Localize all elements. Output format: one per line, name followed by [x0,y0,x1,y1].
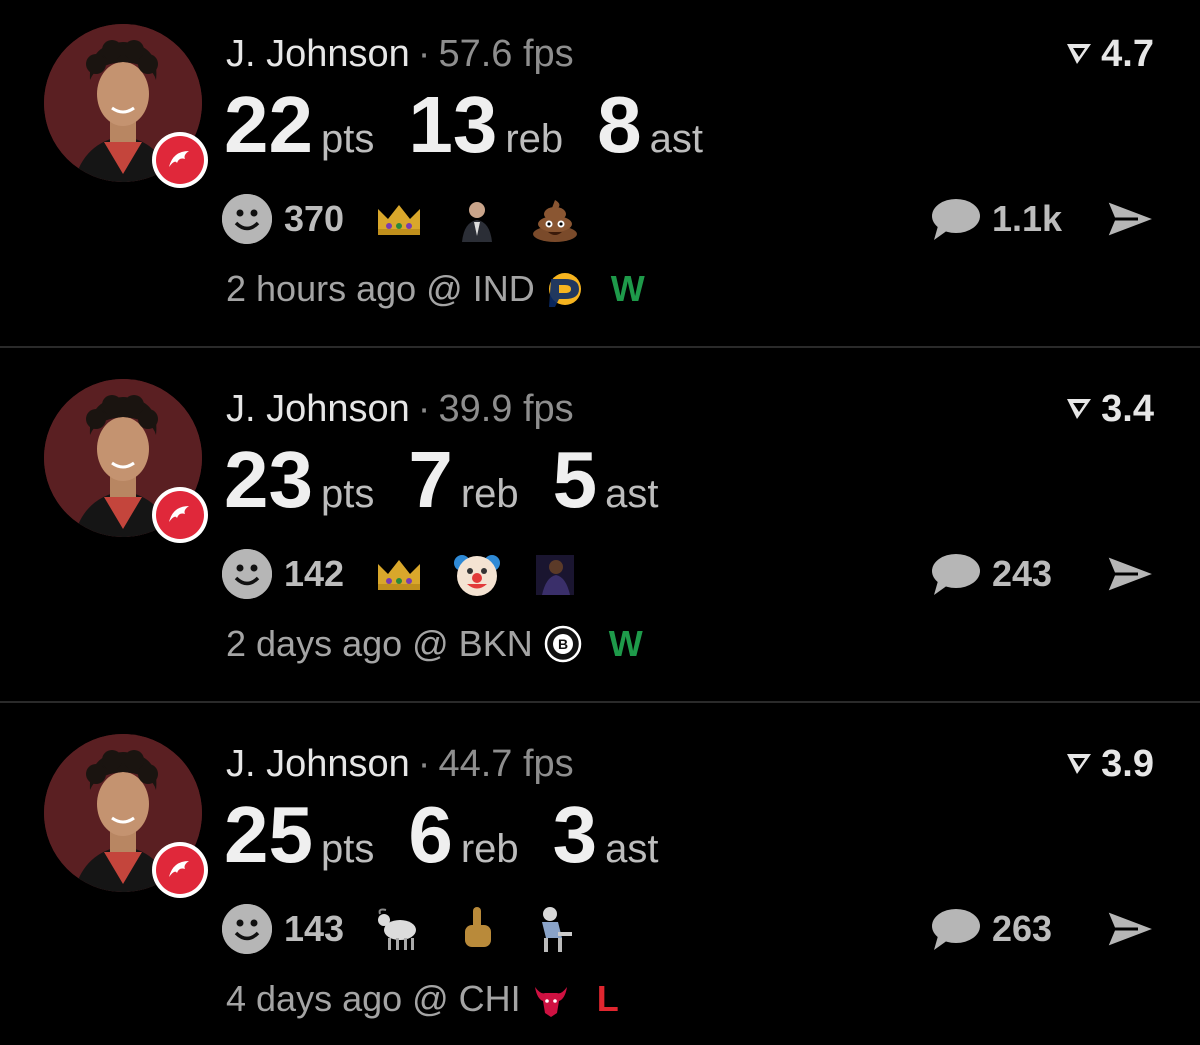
rebounds-label: reb [505,117,564,161]
points-label: pts [320,472,375,516]
player-avatar[interactable] [44,734,208,898]
player-avatar[interactable] [44,24,208,188]
fps-value: 57.6 fps [438,33,574,75]
reactions-bar: 142 [222,547,608,601]
rating: 3.4 [1065,387,1154,431]
assists-label: ast [605,472,659,516]
reaction-count: 370 [284,198,345,239]
rating-value: 3.4 [1101,388,1154,430]
hawks-logo-icon [152,842,208,898]
assists-value: 3 [552,790,598,879]
rating: 4.7 [1065,32,1154,76]
game-info: 2 hours ago @ IND W [226,268,645,310]
rating-icon [1067,754,1092,774]
rating-icon [1067,44,1092,64]
game-time: 4 days ago @ CHI [226,978,521,1019]
comment-count: 1.1k [992,198,1063,239]
comments-button[interactable]: 263 [930,902,1052,956]
points-value: 22 [224,80,313,169]
points-label: pts [320,117,375,161]
player-name[interactable]: J. Johnson [226,33,410,75]
fps-value: 39.9 fps [438,388,574,430]
game-result: L [596,978,619,1019]
post-card[interactable]: J. Johnson · 44.7 fps 3.9 25 pts 6 reb 3 ast … [0,710,1200,1045]
points-value: 25 [224,790,313,879]
separator: · [417,743,431,785]
player-avatar[interactable] [44,379,208,543]
crown-emoji-icon[interactable] [374,194,424,244]
comment-count: 243 [992,553,1053,594]
clown-emoji-icon[interactable] [452,549,502,599]
poop-emoji-icon[interactable] [530,194,580,244]
comments-button[interactable]: 243 [930,547,1052,601]
rebounds-label: reb [460,827,519,871]
assists-label: ast [649,117,703,161]
game-info: 4 days ago @ CHI L [226,978,619,1020]
reactions-bar: 370 [222,192,608,246]
rebounds-label: reb [460,472,519,516]
reaction-count: 142 [284,553,345,594]
comment-count: 263 [992,908,1053,949]
player-name[interactable]: J. Johnson [226,388,410,430]
thinker-emoji-icon[interactable] [530,904,580,954]
reactions-bar: 143 [222,902,608,956]
share-icon[interactable] [1103,551,1161,597]
stat-line: 25 pts 6 reb 3 ast [224,792,693,878]
player-emoji-icon[interactable] [530,549,580,599]
rating-value: 4.7 [1101,33,1154,75]
player-name[interactable]: J. Johnson [226,743,410,785]
nets-logo-icon: B [543,624,583,664]
post-card[interactable]: J. Johnson · 39.9 fps 3.4 23 pts 7 reb 5 ast … [0,355,1200,710]
svg-text:B: B [558,636,568,652]
post-card[interactable]: J. Johnson · 57.6 fps 4.7 22 pts 13 reb 8 ast… [0,0,1200,355]
post-feed: J. Johnson · 57.6 fps 4.7 22 pts 13 reb 8 ast… [0,0,1200,1045]
assists-value: 5 [552,435,598,524]
comments-button[interactable]: 1.1k [930,192,1062,246]
rebounds-value: 7 [408,435,453,524]
stat-line: 22 pts 13 reb 8 ast [224,82,737,168]
fps-value: 44.7 fps [438,743,574,785]
post-header: J. Johnson · 44.7 fps [226,742,574,786]
game-result: W [608,623,643,664]
points-value: 23 [224,435,313,524]
rebounds-value: 13 [408,80,498,169]
divider [0,346,1200,348]
assists-label: ast [605,827,659,871]
pacers-logo-icon [545,269,585,309]
hawks-logo-icon [152,487,208,543]
crown-emoji-icon[interactable] [374,549,424,599]
comment-icon [932,554,980,595]
separator: · [417,33,431,75]
stat-line: 23 pts 7 reb 5 ast [224,437,693,523]
commissioner-emoji-icon[interactable] [452,194,502,244]
smiley-icon[interactable] [222,904,272,954]
bulls-logo-icon [531,979,571,1019]
share-icon[interactable] [1103,906,1161,952]
assists-value: 8 [597,80,642,169]
smiley-icon[interactable] [222,194,272,244]
rating-icon [1067,399,1092,419]
game-result: W [610,268,645,309]
rebounds-value: 6 [408,790,453,879]
smiley-icon[interactable] [222,549,272,599]
points-label: pts [320,827,375,871]
game-time: 2 days ago @ BKN [226,623,533,664]
post-header: J. Johnson · 57.6 fps [226,32,574,76]
comment-icon [932,199,980,240]
hawks-logo-icon [152,132,208,188]
comment-icon [932,909,980,950]
goat-emoji-icon[interactable] [374,904,424,954]
rating-value: 3.9 [1101,743,1154,785]
game-time: 2 hours ago @ IND [226,268,535,309]
reaction-count: 143 [284,908,345,949]
post-header: J. Johnson · 39.9 fps [226,387,574,431]
game-info: 2 days ago @ BKN B W [226,623,643,665]
middle-finger-emoji-icon[interactable] [452,904,502,954]
separator: · [417,388,431,430]
rating: 3.9 [1065,742,1154,786]
divider [0,701,1200,703]
share-icon[interactable] [1103,196,1161,242]
